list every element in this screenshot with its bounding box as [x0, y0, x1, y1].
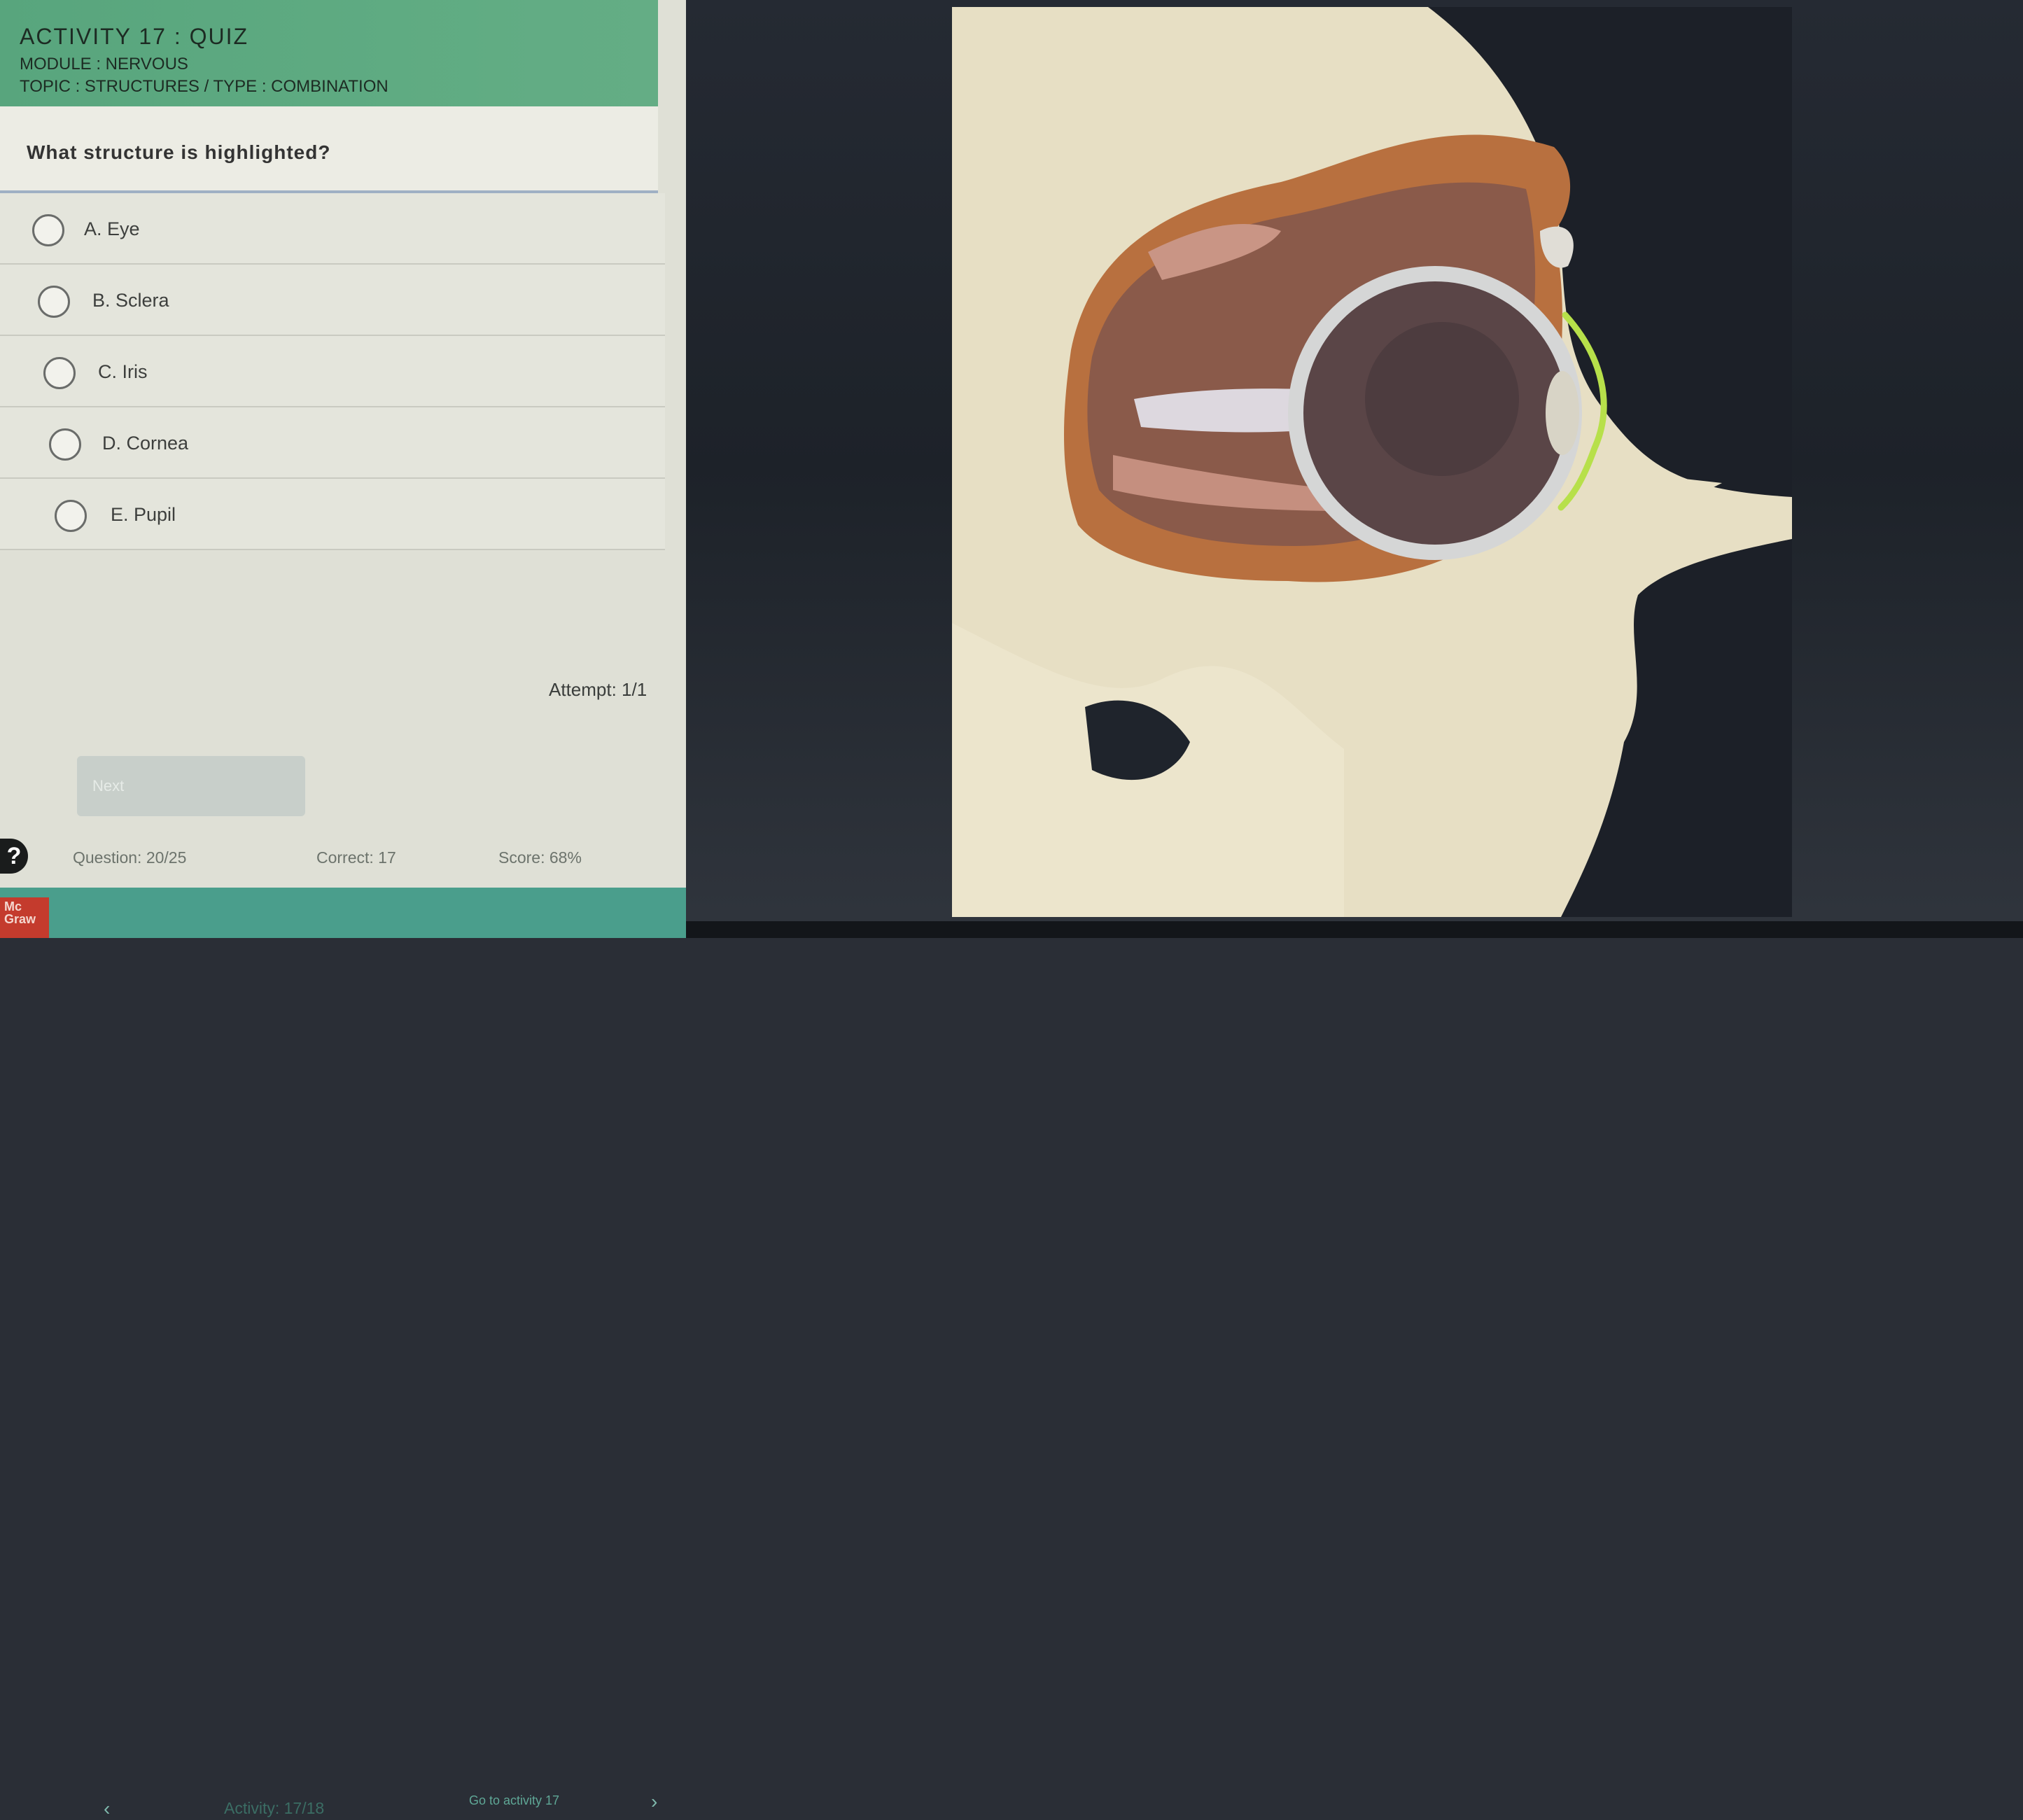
module-label: MODULE : NERVOUS [20, 55, 188, 74]
topic-label: TOPIC : STRUCTURES / TYPE : COMBINATION [20, 77, 388, 96]
activity-title: ACTIVITY 17 : QUIZ [20, 24, 249, 49]
next-arrow-icon[interactable]: › [651, 1791, 657, 1813]
lens [1546, 371, 1579, 455]
question-counter: Question: 20/25 [73, 848, 187, 867]
monitor-bezel [686, 921, 2023, 938]
help-icon[interactable]: ? [0, 839, 28, 874]
correct-counter: Correct: 17 [316, 848, 396, 867]
next-button[interactable]: Next [77, 756, 305, 816]
attempt-counter: Attempt: 1/1 [549, 679, 648, 700]
option-e[interactable]: E. Pupil [0, 479, 665, 550]
radio-button[interactable] [55, 500, 87, 532]
option-label: A. Eye [84, 218, 140, 239]
logo-text-line2: Graw [4, 912, 36, 926]
question-text: What structure is highlighted? [27, 141, 331, 163]
option-c[interactable]: C. Iris [0, 336, 665, 407]
mcgraw-logo: Mc Graw [0, 897, 49, 938]
radio-button[interactable] [38, 286, 70, 318]
activity-counter: Activity: 17/18 [224, 1799, 325, 1817]
option-label: D. Cornea [102, 433, 189, 454]
quiz-panel: ACTIVITY 17 : QUIZ MODULE : NERVOUS TOPI… [0, 0, 686, 1819]
option-label: B. Sclera [92, 290, 169, 311]
option-label: E. Pupil [111, 504, 176, 525]
anatomy-image [952, 7, 1792, 917]
radio-button[interactable] [32, 214, 64, 246]
radio-button[interactable] [43, 357, 76, 389]
option-label: C. Iris [98, 361, 148, 382]
option-a[interactable]: A. Eye [0, 193, 665, 265]
answer-options: A. Eye B. Sclera C. Iris D. Cornea E. Pu… [0, 193, 665, 550]
footer-bar: ‹ Activity: 17/18 Go to activity 17 › [0, 888, 686, 1819]
radio-button[interactable] [49, 428, 81, 461]
option-b[interactable]: B. Sclera [0, 265, 665, 336]
quiz-header: ACTIVITY 17 : QUIZ MODULE : NERVOUS TOPI… [0, 0, 658, 106]
screen-background: ACTIVITY 17 : QUIZ MODULE : NERVOUS TOPI… [0, 0, 2023, 1819]
score-display: Score: 68% [498, 848, 582, 867]
option-d[interactable]: D. Cornea [0, 407, 665, 479]
previous-arrow-icon[interactable]: ‹ [104, 1798, 110, 1820]
activity-nav-hint[interactable]: Go to activity 17 [469, 1793, 559, 1808]
question-bar: What structure is highlighted? [0, 106, 658, 193]
logo-text-line1: Mc [4, 899, 22, 913]
vitreous-shadow [1365, 322, 1519, 476]
